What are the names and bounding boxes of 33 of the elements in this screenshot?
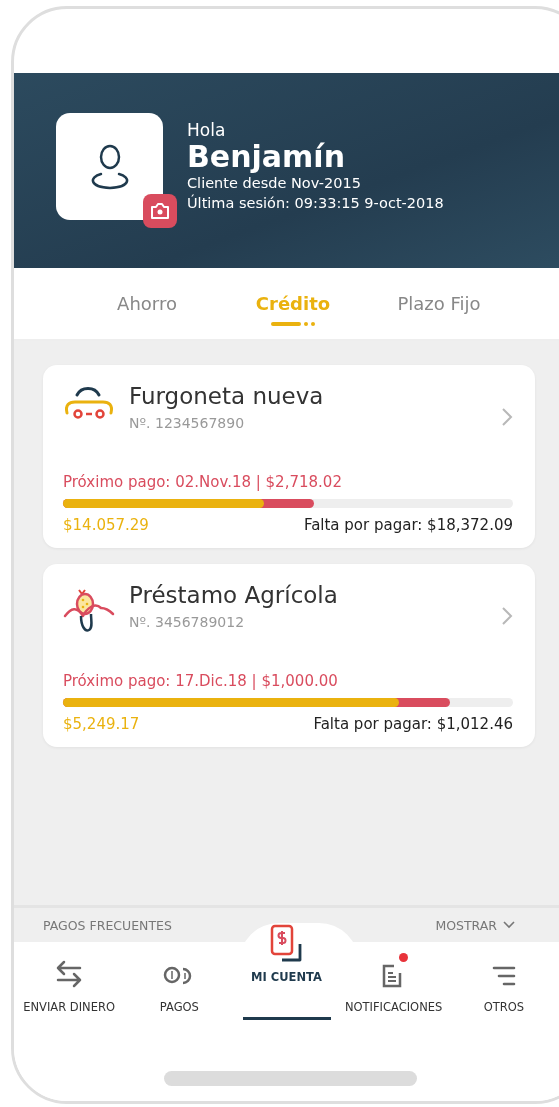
next-payment-text: Próximo pago: 02.Nov.18 | $2,718.02 <box>63 473 343 491</box>
nav-item[interactable]: MI CUENTA <box>242 924 331 1020</box>
next-payment-text: Próximo pago: 17.Dic.18 | $1,000.00 <box>63 672 339 690</box>
loan-title: Furgoneta nueva <box>129 383 325 409</box>
last-session-text: Última sesión: 09:33:15 9-oct-2018 <box>187 193 444 213</box>
paid-amount: $14.057.29 <box>63 516 149 534</box>
nav-item[interactable]: PAGOS <box>124 938 235 1020</box>
chevron-right-icon[interactable] <box>501 407 513 427</box>
chevron-down-icon <box>503 921 515 929</box>
menu-icon <box>490 964 517 988</box>
loan-number: Nº. 3456789012 <box>129 614 246 630</box>
phone-dollar-icon <box>269 924 304 964</box>
paid-amount: $5,249.17 <box>63 715 140 733</box>
show-button[interactable]: MOSTRAR <box>435 917 515 933</box>
loan-number: Nº. 1234567890 <box>129 415 246 431</box>
nav-item[interactable]: NOTIFICACIONES <box>338 938 449 1020</box>
camera-icon <box>150 203 170 219</box>
tab[interactable]: Plazo Fijo <box>366 293 512 314</box>
remaining-amount: Falta por pagar: $1,012.46 <box>313 715 513 733</box>
client-since-text: Cliente desde Nov-2015 <box>187 173 362 193</box>
tab[interactable]: Ahorro <box>74 293 220 314</box>
remaining-amount: Falta por pagar: $18,372.09 <box>303 516 513 534</box>
frequent-payments-title: PAGOS FRECUENTES <box>43 917 172 933</box>
nav-item[interactable]: OTROS <box>448 938 559 1020</box>
loan-card[interactable]: Furgoneta nueva Nº. 1234567890 Próximo pago: 02.Nov.18 | $2,718.02 $14.057.29 Falta por pagar: $18,372.09 <box>43 365 535 548</box>
tab-indicator <box>271 322 315 326</box>
user-name: Benjamín <box>187 139 346 173</box>
greeting-text: Hola <box>187 119 227 140</box>
camera-button[interactable] <box>143 194 177 228</box>
loan-title: Préstamo Agrícola <box>129 582 339 608</box>
loan-card[interactable]: Préstamo Agrícola Nº. 3456789012 Próximo pago: 17.Dic.18 | $1,000.00 $5,249.17 Falta por pagar: $1,012.46 <box>43 564 535 747</box>
chevron-right-icon[interactable] <box>501 606 513 626</box>
nav-item[interactable]: ENVIAR DINERO <box>14 938 125 1020</box>
